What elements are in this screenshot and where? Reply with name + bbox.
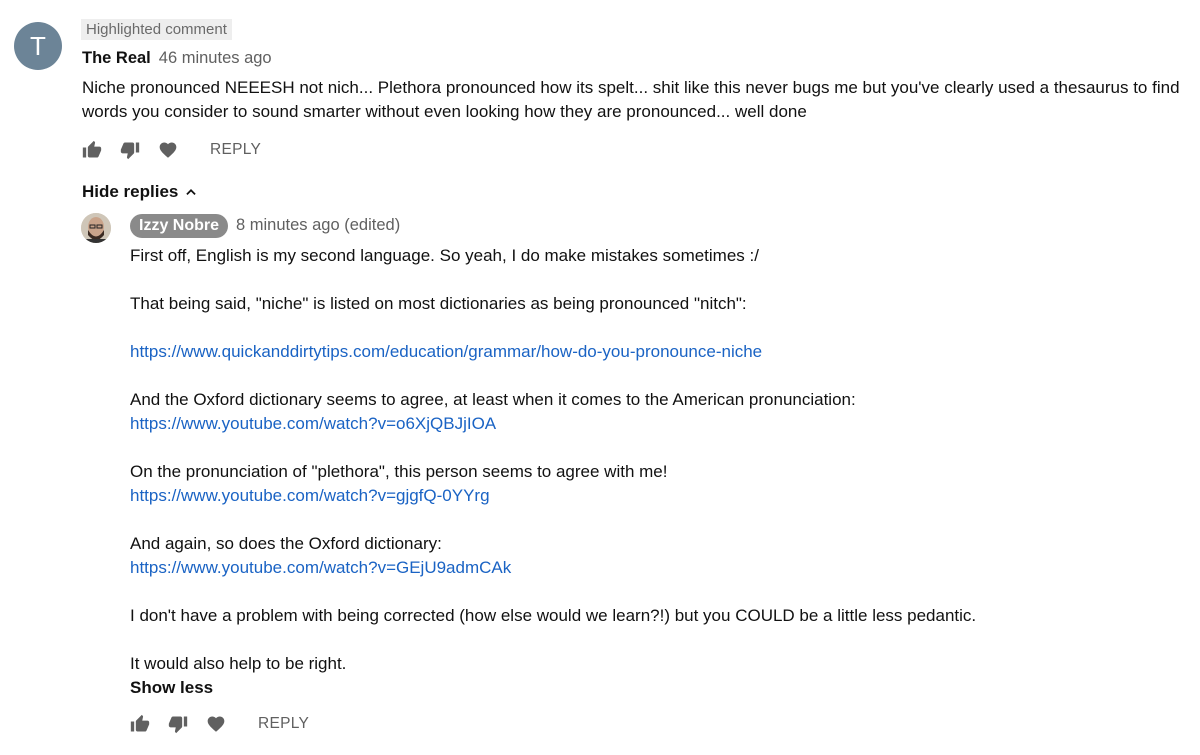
reply-paragraph: I don't have a problem with being correc… <box>130 606 977 625</box>
hide-replies-button[interactable]: Hide replies <box>82 182 198 202</box>
comment-header: The Real 46 minutes ago <box>82 49 272 68</box>
avatar[interactable]: T <box>14 22 62 70</box>
comment-actions: REPLY <box>82 140 261 160</box>
link-youtube-oxford-niche[interactable]: https://www.youtube.com/watch?v=o6XjQBJj… <box>130 414 496 433</box>
reply-button[interactable]: REPLY <box>258 715 309 733</box>
reply-text: First off, English is my second language… <box>130 244 1170 676</box>
reply-paragraph: And again, so does the Oxford dictionary… <box>130 534 442 553</box>
reply-button[interactable]: REPLY <box>210 141 261 159</box>
reply-actions: REPLY <box>130 714 309 734</box>
heart-icon[interactable] <box>158 140 178 160</box>
reply-paragraph: And the Oxford dictionary seems to agree… <box>130 390 856 409</box>
link-quickanddirtytips[interactable]: https://www.quickanddirtytips.com/educat… <box>130 342 762 361</box>
reply-author-badge[interactable]: Izzy Nobre <box>130 214 229 238</box>
show-less-button[interactable]: Show less <box>130 678 213 698</box>
reply-paragraph: On the pronunciation of "plethora", this… <box>130 462 668 481</box>
thumbs-up-icon[interactable] <box>130 714 150 734</box>
thumbs-up-icon[interactable] <box>82 140 102 160</box>
reply-header: Izzy Nobre 8 minutes ago (edited) <box>130 214 400 238</box>
thumbs-down-icon[interactable] <box>168 714 188 734</box>
chevron-up-icon <box>186 189 197 195</box>
thumbs-down-icon[interactable] <box>120 140 140 160</box>
highlighted-comment-badge: Highlighted comment <box>81 19 232 40</box>
reply-paragraph: First off, English is my second language… <box>130 246 759 265</box>
reply-paragraph: That being said, "niche" is listed on mo… <box>130 294 747 313</box>
reply-avatar[interactable] <box>81 213 111 243</box>
link-youtube-plethora[interactable]: https://www.youtube.com/watch?v=gjgfQ-0Y… <box>130 486 490 505</box>
hide-replies-label: Hide replies <box>82 182 179 201</box>
reply-timestamp[interactable]: 8 minutes ago (edited) <box>236 216 400 234</box>
heart-icon[interactable] <box>206 714 226 734</box>
reply-paragraph: It would also help to be right. <box>130 654 347 673</box>
comment-timestamp[interactable]: 46 minutes ago <box>159 49 272 67</box>
link-youtube-oxford-plethora[interactable]: https://www.youtube.com/watch?v=GEjU9adm… <box>130 558 511 577</box>
comment-text: Niche pronounced NEEESH not nich... Plet… <box>82 78 1180 121</box>
comment-author[interactable]: The Real <box>82 49 151 67</box>
